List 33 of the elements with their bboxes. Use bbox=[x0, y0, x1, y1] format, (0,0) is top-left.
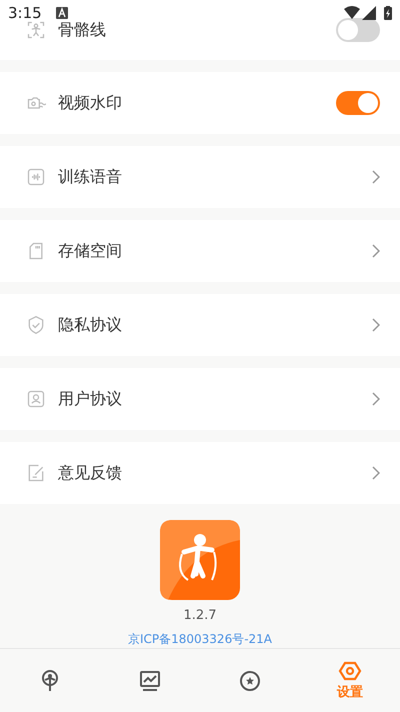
settings-row[interactable]: 用户协议 bbox=[0, 368, 400, 430]
chart-icon bbox=[138, 668, 162, 692]
user-icon bbox=[26, 389, 46, 409]
chevron-icon bbox=[372, 392, 380, 406]
toggle-switch[interactable] bbox=[336, 91, 380, 115]
settings-row[interactable]: 存储空间 bbox=[0, 220, 400, 282]
settings-row[interactable]: 隐私协议 bbox=[0, 294, 400, 356]
edit-icon bbox=[26, 463, 46, 483]
settings-row[interactable]: 意见反馈 bbox=[0, 442, 400, 504]
settings-label: 隐私协议 bbox=[58, 314, 123, 336]
voice-icon bbox=[26, 167, 46, 187]
chevron-icon bbox=[372, 318, 380, 332]
chevron-icon bbox=[372, 170, 380, 184]
chevron-icon bbox=[372, 466, 380, 480]
toggle-switch[interactable] bbox=[336, 18, 380, 42]
wifi-icon bbox=[344, 6, 360, 20]
settings-label: 用户协议 bbox=[58, 388, 123, 410]
version-text: 1.2.7 bbox=[183, 607, 217, 625]
status-time: 3:15 bbox=[8, 2, 42, 24]
settings-label: 训练语音 bbox=[58, 166, 123, 188]
settings-label: 骨骼线 bbox=[58, 19, 107, 41]
settings-label: 意见反馈 bbox=[58, 462, 123, 484]
settings-row[interactable]: 视频水印 bbox=[0, 72, 400, 134]
chevron-icon bbox=[372, 244, 380, 258]
signal-icon bbox=[362, 6, 376, 20]
settings-label: 视频水印 bbox=[58, 92, 123, 114]
app-logo-icon bbox=[160, 520, 240, 600]
person-icon bbox=[26, 20, 46, 40]
settings-row[interactable]: 训练语音 bbox=[0, 146, 400, 208]
settings-label: 存储空间 bbox=[58, 240, 123, 262]
notification-icon bbox=[56, 7, 68, 19]
shield-icon bbox=[26, 315, 46, 335]
battery-icon bbox=[384, 6, 392, 20]
